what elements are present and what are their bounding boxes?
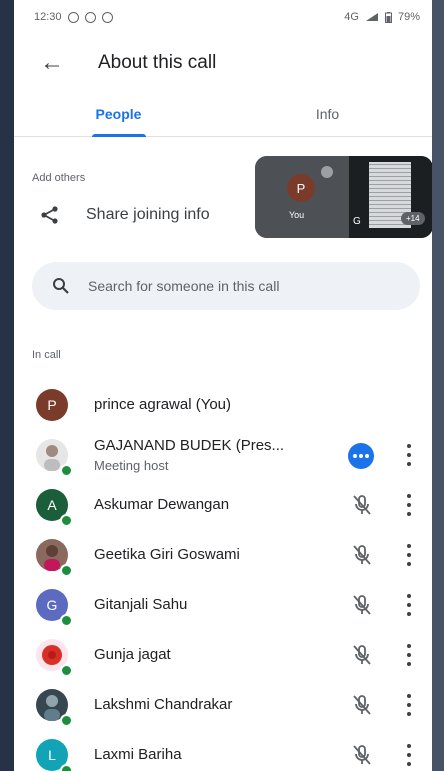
mic-off-icon bbox=[353, 645, 371, 665]
more-options-icon[interactable] bbox=[404, 544, 414, 566]
participant-name: Laxmi Bariha bbox=[94, 746, 182, 763]
left-screen-edge bbox=[0, 0, 14, 771]
more-participants-badge: +14 bbox=[401, 212, 425, 225]
more-options-icon[interactable] bbox=[404, 744, 414, 766]
participant-name: Gunja jagat bbox=[94, 646, 171, 663]
mic-off-icon bbox=[353, 495, 371, 515]
presentation-tile-label: G bbox=[353, 216, 361, 227]
participant-row[interactable]: Gunja jagat bbox=[14, 630, 432, 680]
call-preview-thumbnail[interactable]: P You G +14 bbox=[255, 156, 432, 238]
presenting-icon bbox=[348, 443, 374, 469]
share-icon bbox=[41, 206, 58, 224]
battery-icon bbox=[384, 11, 392, 23]
participant-row[interactable]: G Gitanjali Sahu bbox=[14, 580, 432, 630]
search-input[interactable] bbox=[86, 277, 390, 295]
more-options-icon[interactable] bbox=[404, 444, 414, 466]
participant-row[interactable]: A Askumar Dewangan bbox=[14, 480, 432, 530]
battery-level: 79% bbox=[397, 11, 420, 23]
add-others-heading: Add others bbox=[32, 172, 86, 184]
self-video-tile: P You bbox=[255, 156, 349, 238]
participant-name: Lakshmi Chandrakar bbox=[94, 696, 233, 713]
more-options-icon[interactable] bbox=[404, 694, 414, 716]
mic-off-icon bbox=[353, 545, 371, 565]
participant-row[interactable]: Geetika Giri Goswami bbox=[14, 530, 432, 580]
more-options-icon[interactable] bbox=[404, 594, 414, 616]
participant-name: prince agrawal (You) bbox=[94, 396, 232, 413]
share-joining-info-label: Share joining info bbox=[86, 206, 210, 223]
status-bar: 12:30 4G 79% bbox=[14, 0, 432, 34]
avatar: P bbox=[36, 389, 68, 421]
notification-icon bbox=[101, 11, 113, 23]
search-icon bbox=[53, 278, 69, 294]
participant-name: Geetika Giri Goswami bbox=[94, 546, 240, 563]
participant-name: Gitanjali Sahu bbox=[94, 596, 188, 613]
participant-row[interactable]: Lakshmi Chandrakar bbox=[14, 680, 432, 730]
notification-icon bbox=[67, 11, 79, 23]
mic-indicator-icon bbox=[321, 166, 333, 178]
participant-name: GAJANAND BUDEK (Pres... bbox=[94, 437, 285, 454]
about-call-screen: 12:30 4G 79% ← About this call People In… bbox=[14, 0, 432, 771]
online-indicator bbox=[60, 514, 73, 527]
participant-role: Meeting host bbox=[94, 458, 169, 473]
mic-off-icon bbox=[353, 745, 371, 765]
online-indicator bbox=[60, 614, 73, 627]
right-screen-edge bbox=[432, 0, 444, 771]
status-time: 12:30 bbox=[34, 11, 62, 23]
more-options-icon[interactable] bbox=[404, 494, 414, 516]
tab-bar: People Info bbox=[14, 92, 432, 137]
participant-list: P prince agrawal (You) GAJANAND BUDEK (P… bbox=[14, 380, 432, 771]
back-arrow-icon[interactable]: ← bbox=[40, 51, 72, 75]
share-joining-info-button[interactable]: Share joining info bbox=[40, 205, 210, 225]
mic-off-icon bbox=[353, 595, 371, 615]
notification-icon bbox=[84, 11, 96, 23]
self-tile-label: You bbox=[289, 210, 305, 220]
app-bar: ← About this call bbox=[14, 34, 432, 92]
tab-people[interactable]: People bbox=[14, 92, 223, 136]
tab-info[interactable]: Info bbox=[223, 92, 432, 136]
in-call-heading: In call bbox=[32, 349, 61, 361]
presentation-tile: G bbox=[349, 156, 432, 238]
participant-row[interactable]: P prince agrawal (You) bbox=[14, 380, 432, 430]
online-indicator bbox=[60, 664, 73, 677]
online-indicator bbox=[60, 764, 73, 771]
participant-row[interactable]: GAJANAND BUDEK (Pres... Meeting host bbox=[14, 430, 432, 480]
avatar: P bbox=[287, 174, 315, 202]
page-title: About this call bbox=[98, 52, 217, 73]
online-indicator bbox=[60, 714, 73, 727]
network-label: 4G bbox=[344, 11, 359, 23]
participant-search-bar[interactable] bbox=[32, 262, 420, 310]
signal-icon bbox=[365, 13, 378, 21]
participant-name: Askumar Dewangan bbox=[94, 496, 230, 513]
more-options-icon[interactable] bbox=[404, 644, 414, 666]
mic-off-icon bbox=[353, 695, 371, 715]
online-indicator bbox=[60, 564, 73, 577]
participant-row[interactable]: L Laxmi Bariha bbox=[14, 730, 432, 771]
online-indicator bbox=[60, 464, 73, 477]
